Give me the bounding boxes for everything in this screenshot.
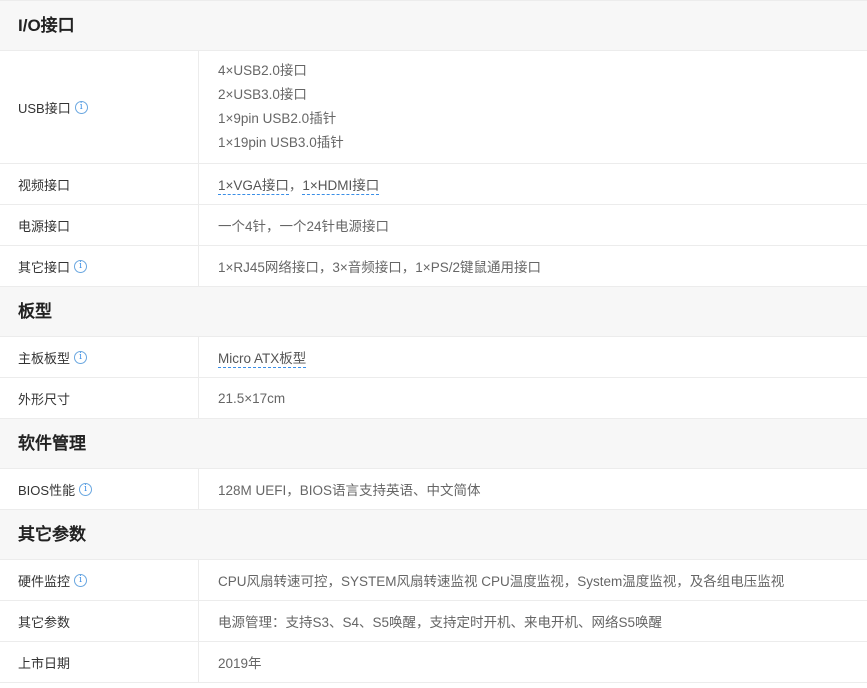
spec-label-power: 电源接口 [18, 218, 71, 234]
spec-label-cell: USB接口 i [0, 51, 199, 163]
hdmi-link[interactable]: 1×HDMI接口 [302, 178, 380, 195]
spec-label-video: 视频接口 [18, 177, 71, 193]
spec-label-release-date: 上市日期 [18, 655, 71, 671]
spec-row-power: 电源接口 一个4针，一个24针电源接口 [0, 205, 867, 246]
spec-row-bios: BIOS性能 i 128M UEFI，BIOS语言支持英语、中文简体 [0, 469, 867, 510]
vga-link[interactable]: 1×VGA接口 [218, 178, 289, 195]
section-title-board: 板型 [0, 287, 867, 337]
usb-line: 1×9pin USB2.0插针 [218, 111, 337, 126]
spec-label-cell: 主板板型 i [0, 337, 199, 377]
usb-line: 4×USB2.0接口 [218, 63, 307, 78]
spec-value-power: 一个4针，一个24针电源接口 [218, 219, 390, 234]
spec-label-cell: 电源接口 [0, 205, 199, 245]
spec-value-size: 21.5×17cm [218, 390, 286, 406]
info-icon[interactable]: i [74, 100, 88, 114]
separator: ， [288, 178, 303, 193]
spec-value-bios: 128M UEFI，BIOS语言支持英语、中文简体 [218, 483, 481, 498]
spec-label-cell: 其它接口 i [0, 246, 199, 286]
spec-row-other-params: 其它参数 电源管理：支持S3、S4、S5唤醒，支持定时开机、来电开机、网络S5唤… [0, 601, 867, 642]
spec-label-cell: 硬件监控 i [0, 560, 199, 600]
form-factor-link[interactable]: Micro ATX板型 [218, 351, 307, 368]
spec-label-cell: 视频接口 [0, 164, 199, 204]
spec-value-video: 1×VGA接口，1×HDMI接口 [199, 164, 867, 204]
usb-line: 2×USB3.0接口 [218, 87, 307, 102]
spec-label-hw-monitor: 硬件监控 [18, 573, 71, 589]
spec-label-form-factor: 主板板型 [18, 350, 71, 366]
spec-label-other-ports: 其它接口 [18, 259, 71, 275]
spec-value-usb: 4×USB2.0接口 2×USB3.0接口 1×9pin USB2.0插针 1×… [199, 51, 867, 163]
spec-value-hw-monitor: CPU风扇转速可控，SYSTEM风扇转速监视 CPU温度监视，System温度监… [218, 574, 785, 589]
spec-label-other-params: 其它参数 [18, 614, 71, 630]
section-title-software: 软件管理 [0, 419, 867, 469]
spec-label-bios: BIOS性能 [18, 482, 76, 498]
spec-row-video: 视频接口 1×VGA接口，1×HDMI接口 [0, 164, 867, 205]
spec-label-cell: 外形尺寸 [0, 378, 199, 418]
spec-table: I/O接口 USB接口 i 4×USB2.0接口 2×USB3.0接口 1×9p… [0, 0, 867, 683]
spec-row-hw-monitor: 硬件监控 i CPU风扇转速可控，SYSTEM风扇转速监视 CPU温度监视，Sy… [0, 560, 867, 601]
spec-label-cell: BIOS性能 i [0, 469, 199, 509]
spec-label-cell: 其它参数 [0, 601, 199, 641]
spec-value-form-factor: Micro ATX板型 [199, 337, 867, 377]
spec-row-release-date: 上市日期 2019年 [0, 642, 867, 683]
info-icon[interactable]: i [74, 259, 88, 273]
spec-label-usb: USB接口 [18, 100, 71, 116]
spec-label-size: 外形尺寸 [18, 391, 71, 407]
spec-value-other-params: 电源管理：支持S3、S4、S5唤醒，支持定时开机、来电开机、网络S5唤醒 [218, 615, 663, 630]
spec-value-other-ports: 1×RJ45网络接口，3×音频接口，1×PS/2键鼠通用接口 [218, 260, 541, 275]
usb-line: 1×19pin USB3.0插针 [218, 135, 344, 150]
info-icon[interactable]: i [79, 482, 93, 496]
spec-row-other-ports: 其它接口 i 1×RJ45网络接口，3×音频接口，1×PS/2键鼠通用接口 [0, 246, 867, 287]
spec-row-form-factor: 主板板型 i Micro ATX板型 [0, 337, 867, 378]
section-title-io: I/O接口 [0, 1, 867, 51]
spec-label-cell: 上市日期 [0, 642, 199, 682]
spec-value-release-date: 2019年 [218, 656, 262, 671]
spec-row-size: 外形尺寸 21.5×17cm [0, 378, 867, 419]
info-icon[interactable]: i [74, 573, 88, 587]
spec-row-usb: USB接口 i 4×USB2.0接口 2×USB3.0接口 1×9pin USB… [0, 51, 867, 164]
section-title-misc: 其它参数 [0, 510, 867, 560]
info-icon[interactable]: i [74, 350, 88, 364]
